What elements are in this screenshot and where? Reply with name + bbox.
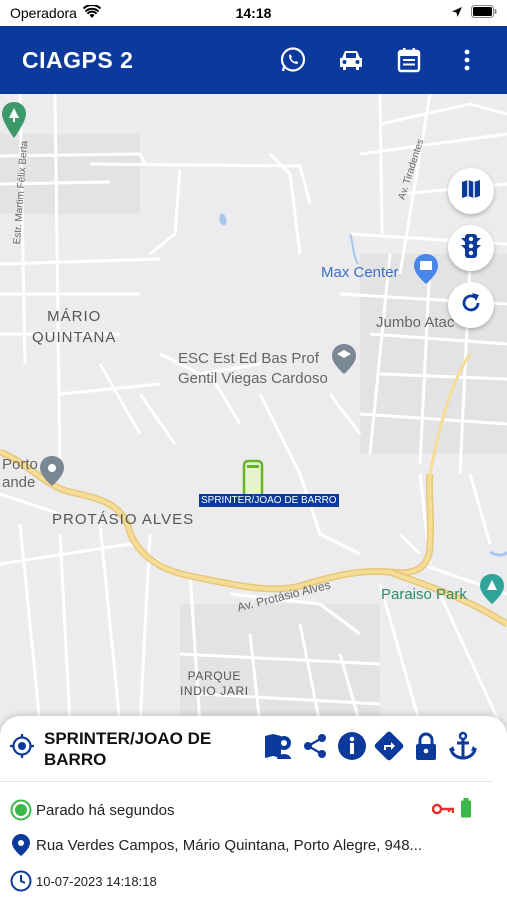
directions-icon [373, 730, 405, 767]
map-label-esc-line1: ESC Est Ed Bas Prof [178, 350, 319, 367]
map-label-porto-line1: Porto [2, 456, 38, 473]
location-pin-icon [10, 834, 32, 856]
vehicle-battery-icon [460, 798, 472, 822]
geofence-button[interactable] [262, 733, 294, 765]
park-pin-icon [2, 102, 26, 138]
map-label-mario-quintana: MÁRIO QUINTANA [32, 306, 116, 348]
anchor-button[interactable] [447, 731, 479, 766]
status-time: 14:18 [235, 5, 272, 21]
map-label-porto: Porto ande [2, 456, 38, 492]
directions-button[interactable] [373, 730, 405, 767]
map-label-quintana: QUINTANA [32, 329, 117, 346]
map-label-mario: MÁRIO [47, 308, 102, 325]
map-label-esc-line2: Gentil Viegas Cardoso [178, 370, 328, 387]
geofence-icon [263, 731, 293, 766]
map-layers-button[interactable] [448, 168, 494, 214]
map-layers-icon [459, 177, 483, 206]
map-label-indio-jari: INDIO JARI [180, 684, 249, 698]
vehicle-name: SPRINTER/JOAO DE BARRO [44, 728, 212, 769]
timestamp-text: 10-07-2023 14:18:18 [36, 873, 157, 889]
anchor-icon [448, 731, 478, 766]
traffic-button[interactable] [448, 225, 494, 271]
info-button[interactable] [336, 731, 368, 766]
refresh-icon [459, 291, 483, 320]
battery-icon [471, 5, 497, 21]
calendar-icon[interactable] [391, 42, 427, 78]
app-title: CIAGPS 2 [22, 46, 134, 73]
more-vert-icon[interactable] [449, 42, 485, 78]
map-label-jumbo: Jumbo Atac [376, 314, 455, 331]
paraiso-park-pin-icon [480, 574, 504, 604]
map-view[interactable]: MÁRIO QUINTANA PROTÁSIO ALVES PARQUE IND… [0, 94, 507, 724]
info-icon [337, 731, 367, 766]
map-label-esc: ESC Est Ed Bas Prof Gentil Viegas Cardos… [178, 349, 328, 389]
app-bar: CIAGPS 2 [0, 26, 507, 94]
share-button[interactable] [299, 733, 331, 765]
locate-vehicle-button[interactable] [8, 733, 36, 764]
school-pin-icon [332, 344, 356, 374]
map-label-porto-line2: ande [2, 474, 36, 491]
vehicle-detail-sheet: SPRINTER/JOAO DE BARRO Parado há segundo… [0, 716, 507, 900]
timestamp-row: 10-07-2023 14:18:18 [10, 870, 157, 892]
status-row: Parado há segundos [10, 798, 490, 822]
ignition-key-icon [431, 802, 455, 819]
map-streets [0, 94, 507, 724]
sheet-header: SPRINTER/JOAO DE BARRO [0, 716, 493, 782]
refresh-button[interactable] [448, 282, 494, 328]
whatsapp-icon[interactable] [275, 42, 311, 78]
status-bar: Operadora 14:18 [0, 0, 507, 26]
vehicle-map-label[interactable]: SPRINTER/JOAO DE BARRO [199, 494, 339, 507]
wifi-icon [82, 3, 102, 22]
crosshair-icon [9, 733, 35, 764]
map-label-max-center: Max Center [321, 264, 399, 281]
carrier-label: Operadora [10, 5, 77, 21]
lock-icon [413, 731, 439, 766]
lock-button[interactable] [410, 731, 442, 766]
map-label-paraiso-park: Paraiso Park [381, 586, 467, 603]
location-arrow-icon [451, 5, 463, 21]
share-icon [301, 732, 329, 765]
map-label-parque-indio-jari: PARQUE INDIO JARI [180, 669, 249, 699]
traffic-light-icon [459, 233, 483, 264]
status-dot-icon [10, 799, 32, 821]
map-label-protasio-alves: PROTÁSIO ALVES [52, 511, 195, 528]
address-row: Rua Verdes Campos, Mário Quintana, Porto… [10, 834, 422, 856]
car-icon[interactable] [333, 42, 369, 78]
map-label-parque: PARQUE [187, 669, 242, 683]
status-text: Parado há segundos [36, 801, 175, 819]
address-text: Rua Verdes Campos, Mário Quintana, Porto… [36, 836, 423, 854]
vehicle-marker-icon [242, 459, 264, 499]
clock-icon [10, 870, 32, 892]
